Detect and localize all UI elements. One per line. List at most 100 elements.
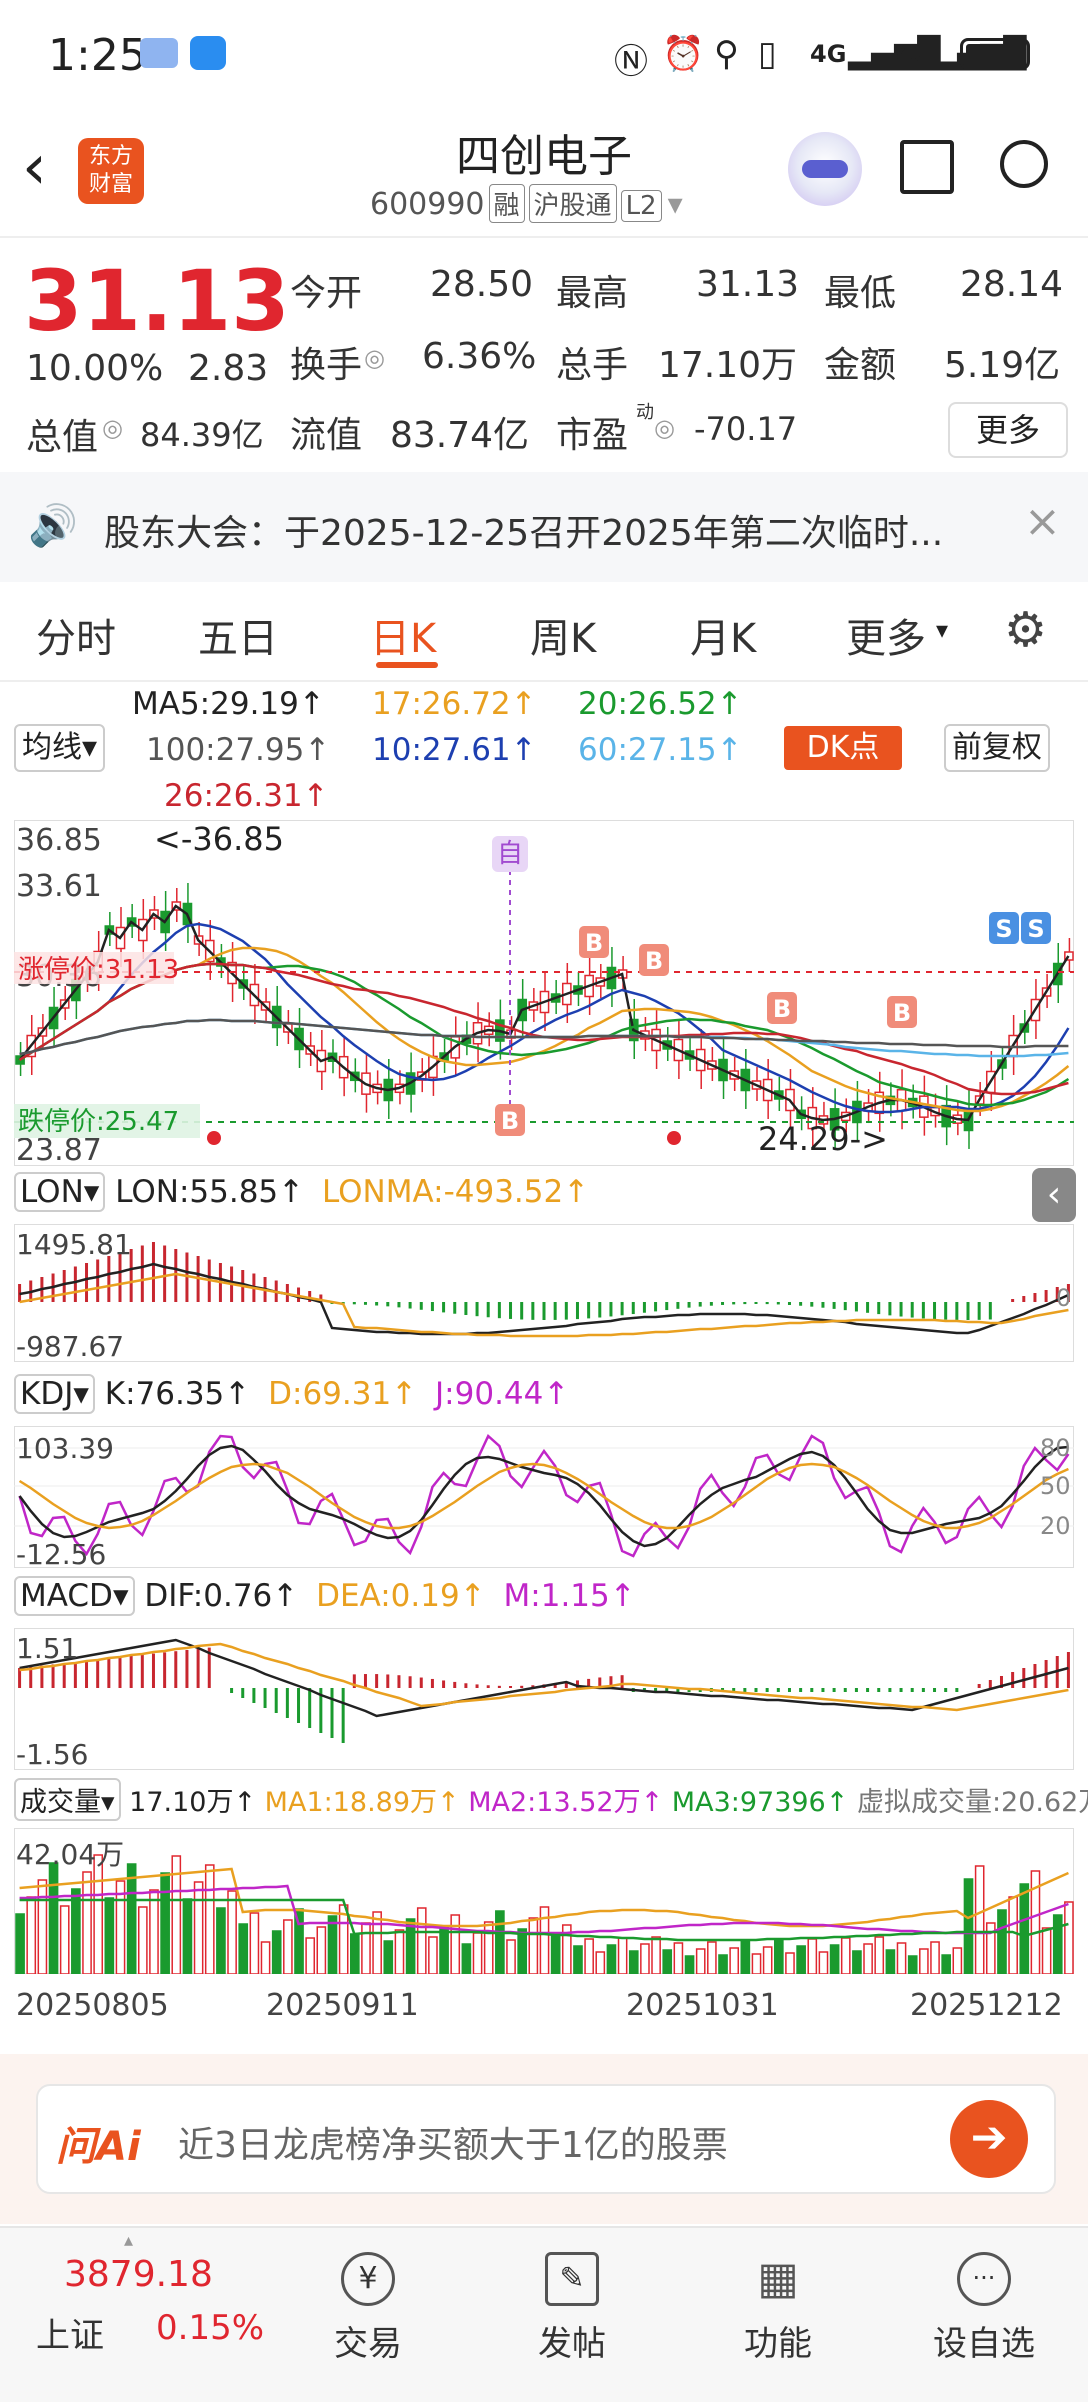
volume-bar [751,1953,762,1974]
date-1: 20250805 [16,1988,169,2023]
collapse-icon[interactable]: ‹ [1032,1168,1076,1222]
volume-bar [651,1936,661,1974]
volume-bar [227,1890,237,1974]
vol-virtual: 虚拟成交量:20.62万 [856,1787,1088,1818]
adjust-button[interactable]: 前复权 [944,724,1050,772]
low-label: 最低 [824,273,897,314]
stock-code-line[interactable]: 600990 融沪股通 L2 ▾ [370,184,683,223]
dropdown-icon: ▾ [667,187,683,222]
lon-header: LON▾ LON:55.85↑ LONMA:-493.52↑ [14,1172,589,1212]
index-caret-icon: ▴ [124,2230,134,2251]
date-4: 20251212 [910,1988,1063,2023]
pe-sup: 动 [636,402,654,423]
active-tab-underline [376,662,438,668]
volume-bar [807,1938,818,1974]
notice-bar[interactable]: 🔊 股东大会：于2025-12-25召开2025年第二次临时... × [0,472,1088,582]
index-value[interactable]: 3879.18 [64,2254,213,2295]
change-value: 2.83 [188,348,269,389]
nav-post[interactable]: ✎ 发帖 [502,2252,642,2365]
kline-chart[interactable]: 自 36.85 33.61 30.36 23.87 <-36.85 24.29-… [14,820,1074,1166]
volume-bar [785,1952,795,1974]
volume-bar [997,1909,1007,1974]
tab-weekly-k[interactable]: 周K [530,606,596,664]
signal-dot [667,1131,681,1145]
volume-bar [818,1951,829,1974]
volume-bar [1008,1896,1018,1974]
high-value: 31.13 [696,264,800,305]
volume-bar [1019,1883,1030,1974]
info-icon[interactable]: ◎ [102,414,123,442]
trade-icon: ¥ [341,2252,395,2306]
search-icon[interactable] [1000,140,1048,188]
signal-1: 4G [810,40,847,68]
arrow-right-icon[interactable]: ➔ [950,2100,1028,2178]
volume-bar [26,1896,37,1974]
share-icon[interactable] [900,140,954,194]
more-button[interactable]: 更多 [948,402,1068,458]
dk-button[interactable]: DK点 [784,726,902,770]
vol-ma2: MA2:13.52万↑ [468,1787,664,1818]
close-icon[interactable]: × [1024,496,1061,547]
ma10-value: 10:27.61↑ [372,732,537,768]
volume-bar [930,1941,940,1974]
dif-value: DIF:0.76↑ [144,1578,299,1614]
signal-2: 4G [896,40,933,68]
macd-header: MACD▾ DIF:0.76↑ DEA:0.19↑ M:1.15↑ [14,1576,636,1616]
volume-bar [829,1944,840,1974]
kdj-80-label: 80 [1040,1434,1071,1462]
nav-functions[interactable]: ▦ 功能 [708,2252,848,2365]
macd-min-label: -1.56 [16,1738,88,1770]
tab-intraday[interactable]: 分时 [36,606,116,664]
lon-selector[interactable]: LON▾ [14,1172,106,1212]
tab-five-day[interactable]: 五日 [198,606,278,664]
turnover-label: 换手 [290,345,363,386]
volume-bar [852,1950,862,1974]
ma100-value: 100:27.95↑ [146,732,331,768]
volume-bar [204,1864,215,1974]
volume-bar [394,1929,405,1974]
tab-more[interactable]: 更多 [846,606,926,664]
kdj-selector[interactable]: KDJ▾ [14,1374,95,1414]
volume-bar [182,1898,193,1974]
lon-min-label: -987.67 [16,1330,124,1362]
pe-value: -70.17 [694,410,798,448]
open-label: 今开 [290,273,363,314]
volume-bar [550,1935,561,1974]
ma-selector[interactable]: 均线▾ [14,724,106,772]
volume-bar [573,1945,583,1974]
total-value-label: 总值 [26,417,99,458]
pe-label: 市盈 [556,415,629,456]
kdj-min-label: -12.56 [16,1538,106,1568]
turnover-info-icon[interactable]: ◎ [364,344,385,372]
settings-icon[interactable]: ⚙ [1004,602,1047,658]
signal-dot [207,1131,221,1145]
total-value: 84.39亿 [140,416,264,454]
volume-bar [428,1936,438,1974]
tab-daily-k[interactable]: 日K [370,606,436,664]
ask-ai-bar[interactable]: 问Ai 近3日龙虎榜净买额大于1亿的股票 ➔ [36,2084,1056,2194]
volume-bar [316,1926,327,1974]
volume-bar [15,1913,25,1974]
location-icon: ⚲ [714,34,739,74]
nav-add-watchlist[interactable]: ··· 设自选 [914,2252,1054,2365]
kdj-50-label: 50 [1040,1472,1071,1500]
bottom-nav: ▴ 3879.18 上证 0.15% ¥ 交易 ✎ 发帖 ▦ 功能 ··· 设自… [0,2226,1088,2402]
ask-ai-text: 近3日龙虎榜净买额大于1亿的股票 [178,2125,728,2166]
robot-avatar-icon[interactable] [788,132,862,206]
volume-bar [461,1943,472,1974]
volume-bar [718,1954,728,1974]
volume-bar [472,1932,483,1974]
macd-selector[interactable]: MACD▾ [14,1576,135,1616]
vol-selector[interactable]: 成交量▾ [14,1778,121,1821]
volume-bar [695,1948,706,1974]
vol-ma1: MA1:18.89万↑ [264,1787,460,1818]
volume-bar [952,1947,963,1974]
tab-monthly-k[interactable]: 月K [690,606,756,664]
change-pct: 10.00% [26,348,164,389]
nav-trade[interactable]: ¥ 交易 [298,2252,438,2365]
volume-bar [640,1943,650,1974]
open-value: 28.50 [430,264,534,305]
m-value: M:1.15↑ [503,1578,636,1614]
macd-chart: 1.51 -1.56 [14,1628,1074,1770]
pe-info-icon[interactable]: ◎ [654,414,675,442]
